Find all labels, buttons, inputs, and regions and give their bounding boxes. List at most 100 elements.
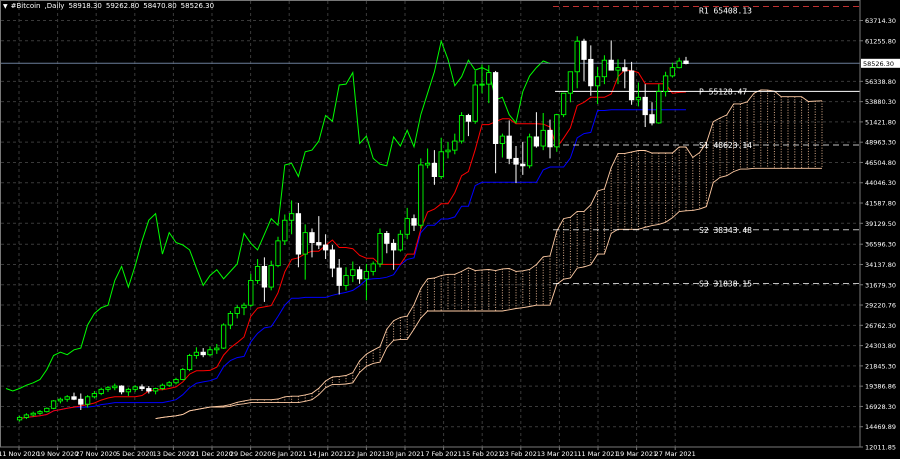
x-tick-label: 3 Mar 2021 bbox=[541, 450, 578, 458]
y-tick-label: 12011.85 bbox=[865, 444, 896, 452]
candle-body bbox=[356, 269, 363, 280]
candle-body bbox=[316, 242, 322, 246]
candle-body bbox=[125, 388, 132, 393]
ohlc-high: 59262.80 bbox=[105, 2, 140, 10]
candle-body bbox=[329, 249, 336, 269]
candle-body bbox=[438, 151, 444, 177]
candle-body bbox=[241, 304, 247, 309]
candle-body bbox=[234, 307, 240, 314]
candle-body bbox=[676, 60, 682, 69]
candle-body bbox=[220, 324, 227, 349]
candle-body bbox=[390, 242, 397, 251]
candle-body bbox=[186, 355, 193, 371]
candle-body bbox=[594, 76, 601, 87]
candle-body bbox=[78, 398, 84, 405]
candle-body bbox=[622, 67, 628, 72]
candle-body bbox=[424, 162, 431, 166]
candle-body bbox=[180, 369, 186, 380]
y-tick-label: 56338.80 bbox=[865, 78, 896, 86]
y-tick-label: 46504.80 bbox=[865, 159, 896, 167]
candle-body bbox=[105, 387, 111, 390]
y-tick-label: 41587.80 bbox=[865, 200, 896, 208]
pivot-levels: R1 65408.13 P 55128.47 S1 48623.14 S2 38343… bbox=[0, 6, 860, 288]
x-tick-label: 21 Dec 2020 bbox=[191, 450, 233, 458]
x-tick-label: 19 Mar 2021 bbox=[616, 450, 657, 458]
y-tick-label: 26762.30 bbox=[865, 322, 896, 330]
candle-body bbox=[540, 129, 546, 147]
candle-body bbox=[159, 384, 166, 389]
candle-body bbox=[37, 411, 43, 414]
ohlc-open: 58918.30 bbox=[68, 2, 102, 10]
candle-body bbox=[98, 388, 104, 394]
y-tick-label: 51421.80 bbox=[865, 118, 896, 126]
candle-body bbox=[200, 351, 206, 356]
candle-body bbox=[288, 213, 295, 221]
y-tick-label: 63714.30 bbox=[865, 17, 896, 25]
candle-body bbox=[615, 67, 621, 71]
candle-body bbox=[139, 386, 145, 389]
candle-body bbox=[377, 232, 383, 265]
dropdown-triangle-icon[interactable]: ▼ bbox=[3, 3, 8, 10]
candle-body bbox=[588, 58, 594, 87]
candle-body bbox=[295, 213, 302, 255]
symbol-label: #Bitcoin bbox=[10, 2, 41, 10]
candle-body bbox=[384, 232, 390, 244]
candle-body bbox=[608, 59, 614, 71]
candle-body bbox=[404, 218, 410, 235]
ichimoku-cloud bbox=[216, 89, 823, 408]
candle-body bbox=[166, 382, 172, 386]
candles bbox=[16, 36, 689, 422]
grid bbox=[1, 1, 860, 448]
candle-body bbox=[30, 412, 36, 416]
y-tick-label: 53880.30 bbox=[865, 98, 896, 106]
x-tick-label: 5 Dec 2020 bbox=[116, 450, 153, 458]
timeframe-label: Daily bbox=[46, 2, 65, 10]
candle-body bbox=[71, 396, 77, 400]
candle-body bbox=[649, 114, 655, 124]
x-tick-label: 19 Nov 2020 bbox=[37, 450, 79, 458]
x-tick-label: 13 Dec 2020 bbox=[153, 450, 195, 458]
candle-body bbox=[91, 393, 98, 398]
candle-body bbox=[581, 40, 587, 60]
candle-body bbox=[275, 240, 281, 267]
candle-body bbox=[50, 400, 57, 409]
candle-body bbox=[492, 72, 499, 144]
y-tick-label: 29220.76 bbox=[865, 302, 896, 310]
x-tick-label: 29 Dec 2020 bbox=[230, 450, 272, 458]
x-tick-label: 7 Feb 2021 bbox=[425, 450, 461, 458]
candle-body bbox=[662, 75, 669, 93]
x-tick-label: 27 Nov 2020 bbox=[75, 450, 117, 458]
pivot-label-s3: S3 31838.15 bbox=[699, 279, 752, 288]
candle-body bbox=[118, 385, 125, 393]
candle-body bbox=[683, 60, 689, 64]
x-tick-label: 22 Jan 2021 bbox=[347, 450, 386, 458]
candle-body bbox=[370, 263, 376, 272]
candle-body bbox=[479, 83, 485, 86]
candle-body bbox=[458, 115, 465, 142]
candle-body bbox=[642, 96, 648, 116]
candle-body bbox=[533, 136, 540, 147]
candle-body bbox=[601, 59, 608, 78]
x-tick-label: 27 Mar 2021 bbox=[655, 450, 696, 458]
candle-body bbox=[207, 349, 213, 356]
candle-body bbox=[268, 265, 274, 288]
candle-body bbox=[554, 114, 560, 148]
pivot-label-s1: S1 48623.14 bbox=[699, 141, 752, 150]
price-chart[interactable]: R1 65408.13 P 55128.47 S1 48623.14 S2 38343… bbox=[0, 0, 900, 459]
candle-body bbox=[84, 396, 91, 405]
candle-body bbox=[411, 218, 417, 226]
candle-body bbox=[445, 149, 451, 153]
y-tick-label: 34137.80 bbox=[865, 261, 896, 269]
candle-body bbox=[513, 157, 519, 165]
candle-body bbox=[452, 140, 458, 151]
pivot-label-s2: S2 38343.48 bbox=[699, 226, 752, 235]
candle-body bbox=[472, 84, 478, 122]
x-tick-label: 30 Jan 2021 bbox=[386, 450, 425, 458]
candle-body bbox=[57, 398, 64, 402]
candle-body bbox=[628, 70, 635, 101]
ohlc-low: 58470.80 bbox=[143, 2, 177, 10]
candle-body bbox=[322, 244, 329, 251]
chart-window[interactable]: R1 65408.13 P 55128.47 S1 48623.14 S2 38343… bbox=[0, 0, 900, 459]
senkou-span-a-line bbox=[155, 89, 823, 420]
y-tick-label: 24303.80 bbox=[865, 342, 896, 350]
